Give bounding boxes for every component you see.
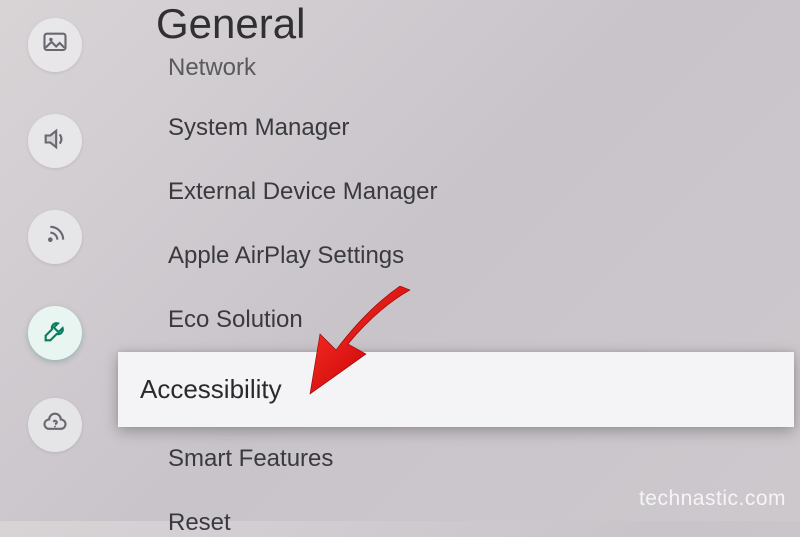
menu-item-system-manager[interactable]: System Manager (128, 96, 800, 160)
main-panel: General Network System Manager External … (128, 0, 800, 521)
menu-item-external-device-manager[interactable]: External Device Manager (128, 160, 800, 224)
menu-item-label: Smart Features (168, 445, 333, 472)
wrench-icon (41, 317, 69, 350)
sidebar-item-support[interactable] (28, 398, 82, 452)
settings-sidebar (20, 0, 90, 521)
menu-item-network[interactable]: Network (128, 52, 800, 96)
menu-item-apple-airplay-settings[interactable]: Apple AirPlay Settings (128, 224, 800, 288)
menu-item-eco-solution[interactable]: Eco Solution (128, 288, 800, 352)
menu-item-label: Accessibility (140, 374, 282, 404)
menu-item-label: External Device Manager (168, 178, 437, 205)
menu-item-smart-features[interactable]: Smart Features (128, 427, 800, 491)
speaker-icon (41, 125, 69, 158)
picture-icon (41, 29, 69, 62)
menu-item-label: System Manager (168, 114, 349, 141)
satellite-icon (41, 221, 69, 254)
page-title: General (128, 0, 800, 48)
settings-menu-list: Network System Manager External Device M… (128, 52, 800, 537)
sidebar-item-picture[interactable] (28, 18, 82, 72)
watermark: technastic.com (639, 487, 786, 511)
sidebar-item-broadcasting[interactable] (28, 210, 82, 264)
sidebar-item-general[interactable] (28, 306, 82, 360)
menu-item-accessibility[interactable]: Accessibility (118, 352, 794, 427)
menu-item-label: Network (168, 54, 256, 81)
sidebar-item-sound[interactable] (28, 114, 82, 168)
cloud-question-icon (41, 409, 69, 442)
menu-item-label: Eco Solution (168, 306, 303, 333)
menu-item-label: Apple AirPlay Settings (168, 242, 404, 269)
menu-item-label: Reset (168, 509, 231, 536)
